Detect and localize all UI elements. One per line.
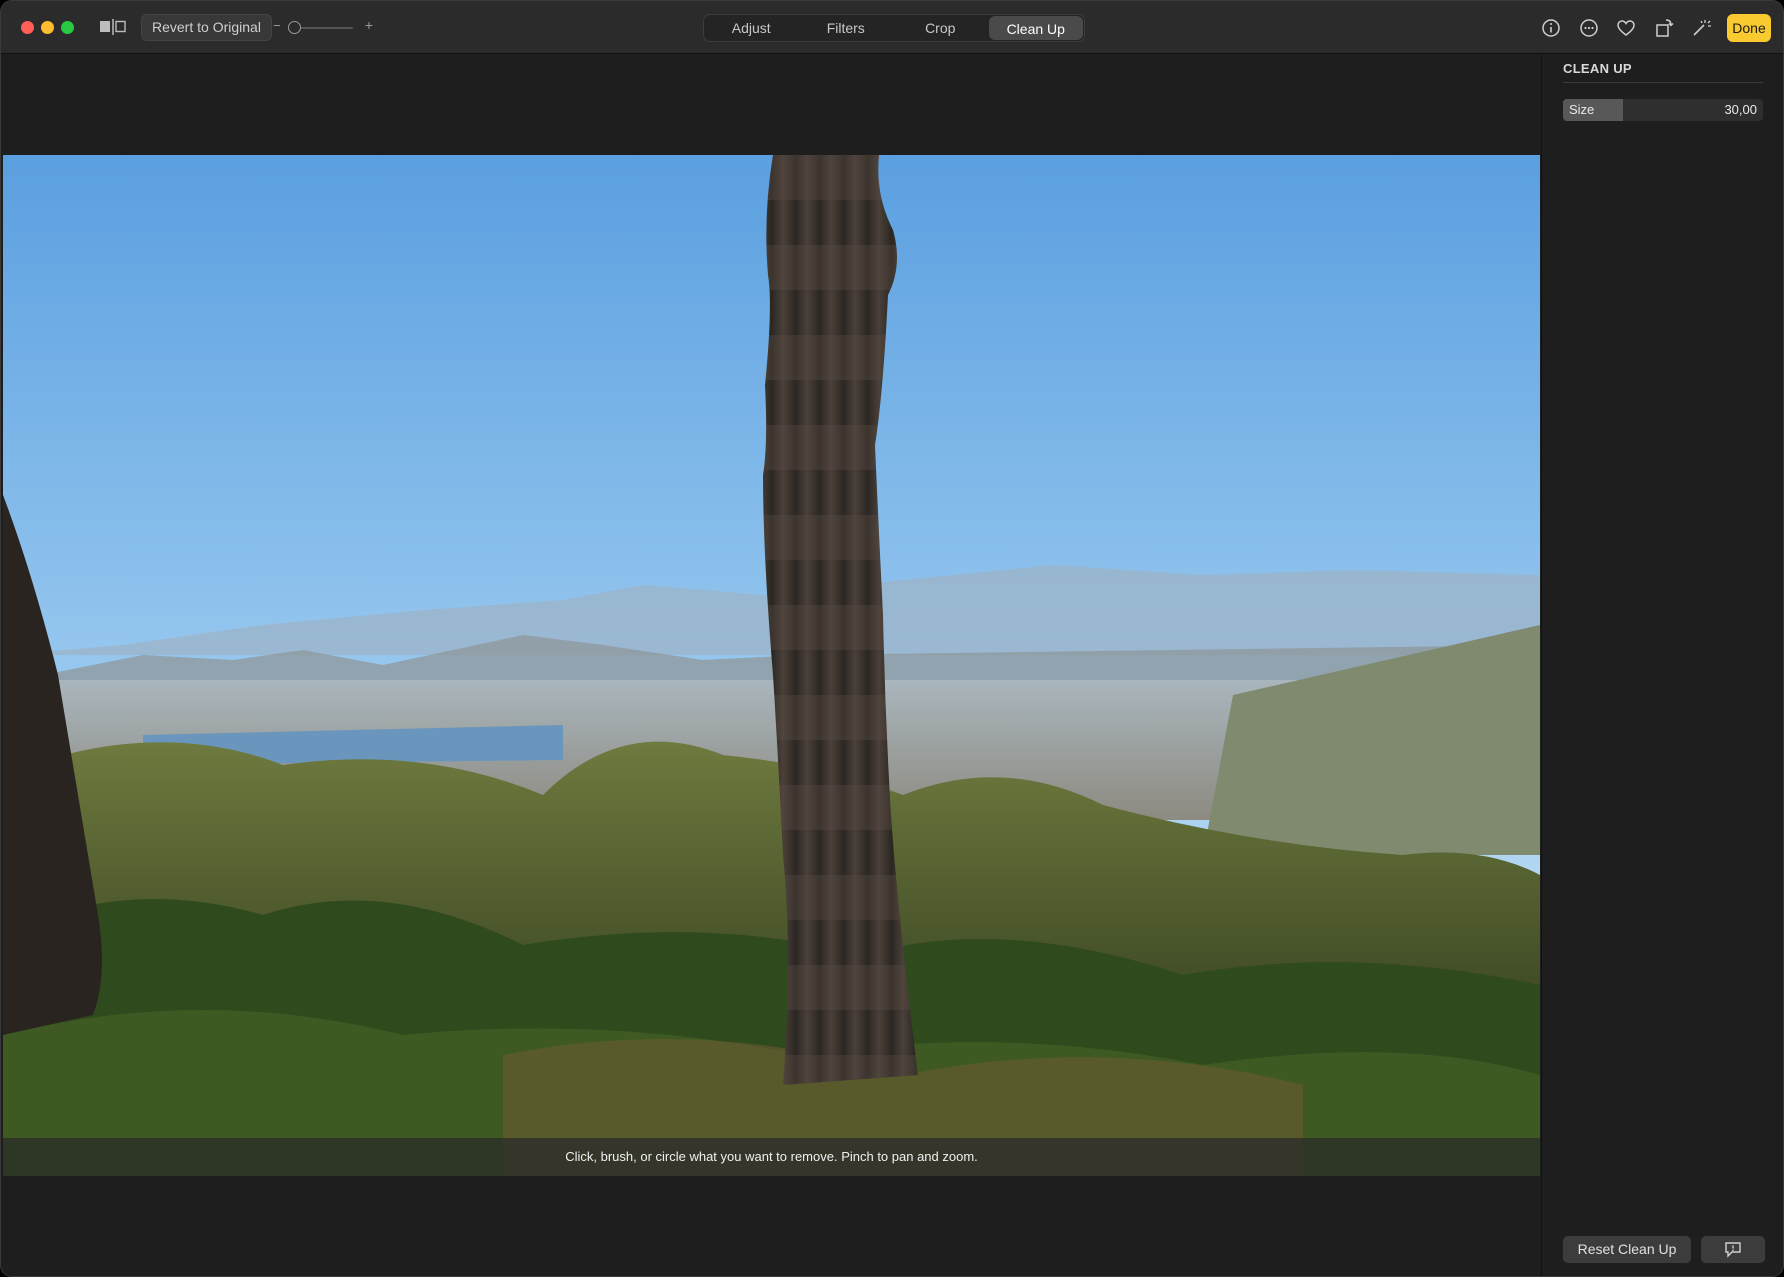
zoom-out-icon[interactable]: −	[273, 18, 281, 33]
photo[interactable]: Click, brush, or circle what you want to…	[3, 155, 1540, 1176]
edit-mode-tabs: Adjust Filters Crop Clean Up	[703, 14, 1085, 42]
brush-size-value: 30,00	[1724, 102, 1757, 117]
zoom-in-icon[interactable]: +	[365, 17, 373, 33]
feedback-button[interactable]	[1701, 1236, 1765, 1263]
clean-up-hint: Click, brush, or circle what you want to…	[3, 1138, 1540, 1176]
info-icon[interactable]	[1540, 17, 1562, 39]
heart-icon[interactable]	[1615, 17, 1637, 39]
landscape-photo[interactable]	[3, 155, 1540, 1176]
done-button[interactable]: Done	[1727, 14, 1771, 42]
tab-crop[interactable]: Crop	[893, 15, 988, 41]
tab-clean-up[interactable]: Clean Up	[988, 16, 1083, 40]
tab-adjust[interactable]: Adjust	[704, 15, 799, 41]
close-window-button[interactable]	[21, 21, 34, 34]
revert-to-original-button[interactable]: Revert to Original	[141, 14, 272, 41]
feedback-icon	[1725, 1242, 1741, 1258]
compare-before-after-icon[interactable]	[99, 19, 127, 35]
panel-title: CLEAN UP	[1563, 61, 1632, 76]
clean-up-panel: CLEAN UP Size 30,00 Reset Clean Up	[1541, 54, 1783, 1276]
brush-size-slider[interactable]: Size 30,00	[1563, 99, 1763, 121]
rotate-icon[interactable]	[1653, 17, 1675, 39]
panel-divider	[1563, 82, 1763, 83]
photo-canvas: Click, brush, or circle what you want to…	[1, 54, 1541, 1276]
zoom-window-button[interactable]	[61, 21, 74, 34]
magic-wand-icon[interactable]	[1690, 17, 1712, 39]
toolbar: Revert to Original − + Adjust Filters Cr…	[1, 1, 1783, 54]
brush-size-label: Size	[1569, 102, 1595, 117]
zoom-slider-knob[interactable]	[288, 21, 302, 34]
zoom-slider[interactable]: − +	[273, 17, 373, 37]
minimize-window-button[interactable]	[41, 21, 54, 34]
reset-clean-up-button[interactable]: Reset Clean Up	[1563, 1236, 1691, 1263]
photos-edit-window: Revert to Original − + Adjust Filters Cr…	[0, 0, 1784, 1277]
more-icon[interactable]	[1578, 17, 1600, 39]
tab-filters[interactable]: Filters	[799, 15, 894, 41]
